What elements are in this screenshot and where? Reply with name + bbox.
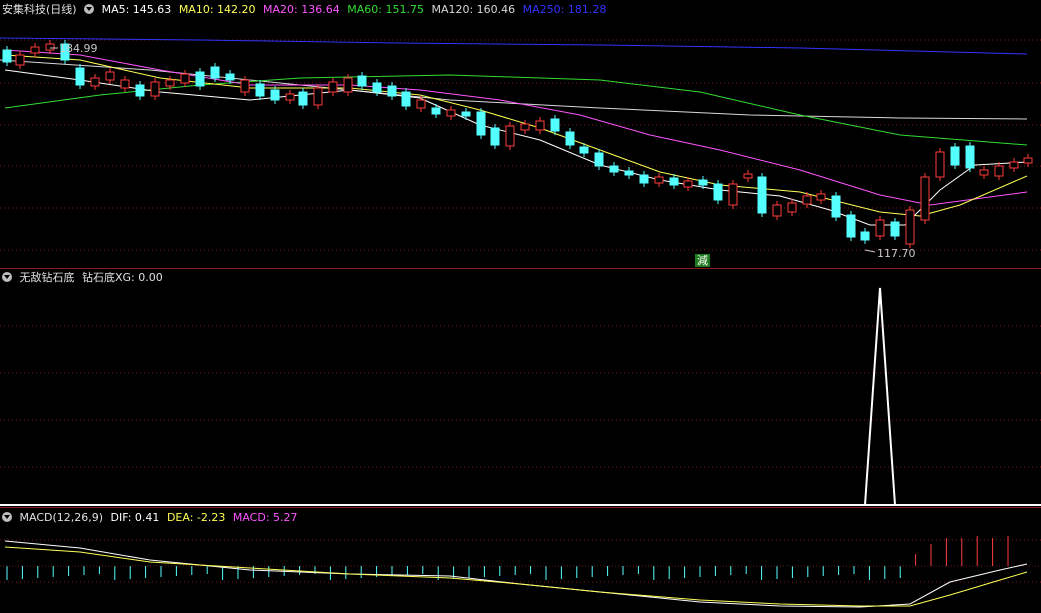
candlestick xyxy=(965,145,975,169)
candlestick xyxy=(270,89,280,101)
candlestick xyxy=(135,84,145,97)
candlestick xyxy=(225,73,235,81)
candlestick xyxy=(105,71,115,81)
candlestick xyxy=(683,180,693,188)
indicator-spike xyxy=(864,287,896,506)
chart-canvas xyxy=(0,37,1041,608)
low-marker xyxy=(864,249,876,253)
candlestick xyxy=(298,91,308,106)
candlestick xyxy=(180,73,190,84)
candlestick xyxy=(372,82,382,93)
candlestick xyxy=(401,91,411,107)
candlestick xyxy=(343,77,353,93)
candlestick xyxy=(728,183,738,206)
candlestick xyxy=(935,151,945,178)
candlestick xyxy=(2,49,12,63)
candlestick xyxy=(490,127,500,146)
candlestick xyxy=(669,177,679,186)
ma10-line xyxy=(4,54,1028,217)
candlestick xyxy=(255,83,265,97)
candlestick xyxy=(30,46,40,54)
candlestick xyxy=(698,179,708,186)
dif-line xyxy=(4,540,1028,608)
candlestick xyxy=(461,111,471,117)
candlestick xyxy=(920,176,930,221)
low-price-label: 117.70 xyxy=(877,247,916,260)
candlestick xyxy=(90,77,100,87)
candlestick xyxy=(816,193,826,201)
candlestick xyxy=(476,111,486,136)
candlestick xyxy=(875,219,885,237)
candlestick xyxy=(75,67,85,86)
candlestick xyxy=(860,231,870,241)
candlestick xyxy=(579,146,589,154)
candlestick xyxy=(890,221,900,237)
candlestick xyxy=(565,131,575,146)
candlestick xyxy=(772,204,782,217)
candlestick xyxy=(624,170,634,176)
candlestick xyxy=(594,152,604,167)
candlestick xyxy=(210,66,220,79)
candlestick xyxy=(150,81,160,97)
candlestick xyxy=(787,202,797,213)
dea-line xyxy=(4,546,1028,607)
candlestick xyxy=(165,79,175,87)
candlestick xyxy=(1009,161,1019,169)
candlestick xyxy=(743,173,753,179)
candlestick xyxy=(831,195,841,218)
candlestick xyxy=(45,43,55,51)
candlestick xyxy=(520,123,530,131)
candlestick xyxy=(846,214,856,238)
candlestick xyxy=(446,109,456,117)
candlestick xyxy=(285,93,295,101)
candlestick xyxy=(120,79,130,89)
ma20-line xyxy=(4,49,1028,206)
candlestick xyxy=(639,174,649,184)
candlestick xyxy=(1023,157,1033,164)
candlestick xyxy=(713,183,723,201)
candlestick xyxy=(505,125,515,147)
signal-badge: 減 xyxy=(695,254,710,267)
candlestick xyxy=(550,118,560,132)
candlestick xyxy=(328,81,338,93)
candlestick xyxy=(431,107,441,115)
candlestick xyxy=(15,54,25,66)
candlestick xyxy=(994,165,1004,177)
candlestick xyxy=(609,165,619,173)
candlestick xyxy=(357,75,367,87)
candlestick xyxy=(416,99,426,109)
candlestick xyxy=(195,71,205,87)
candlestick xyxy=(654,176,664,184)
high-price-label: 184.99 xyxy=(59,42,98,55)
candlestick xyxy=(950,146,960,166)
candlestick xyxy=(979,169,989,176)
candlestick xyxy=(757,176,767,214)
candlestick xyxy=(905,209,915,245)
candlestick xyxy=(535,120,545,131)
candlestick xyxy=(387,85,397,97)
candlestick xyxy=(240,79,250,93)
candlestick xyxy=(802,195,812,205)
candlestick xyxy=(313,87,323,106)
